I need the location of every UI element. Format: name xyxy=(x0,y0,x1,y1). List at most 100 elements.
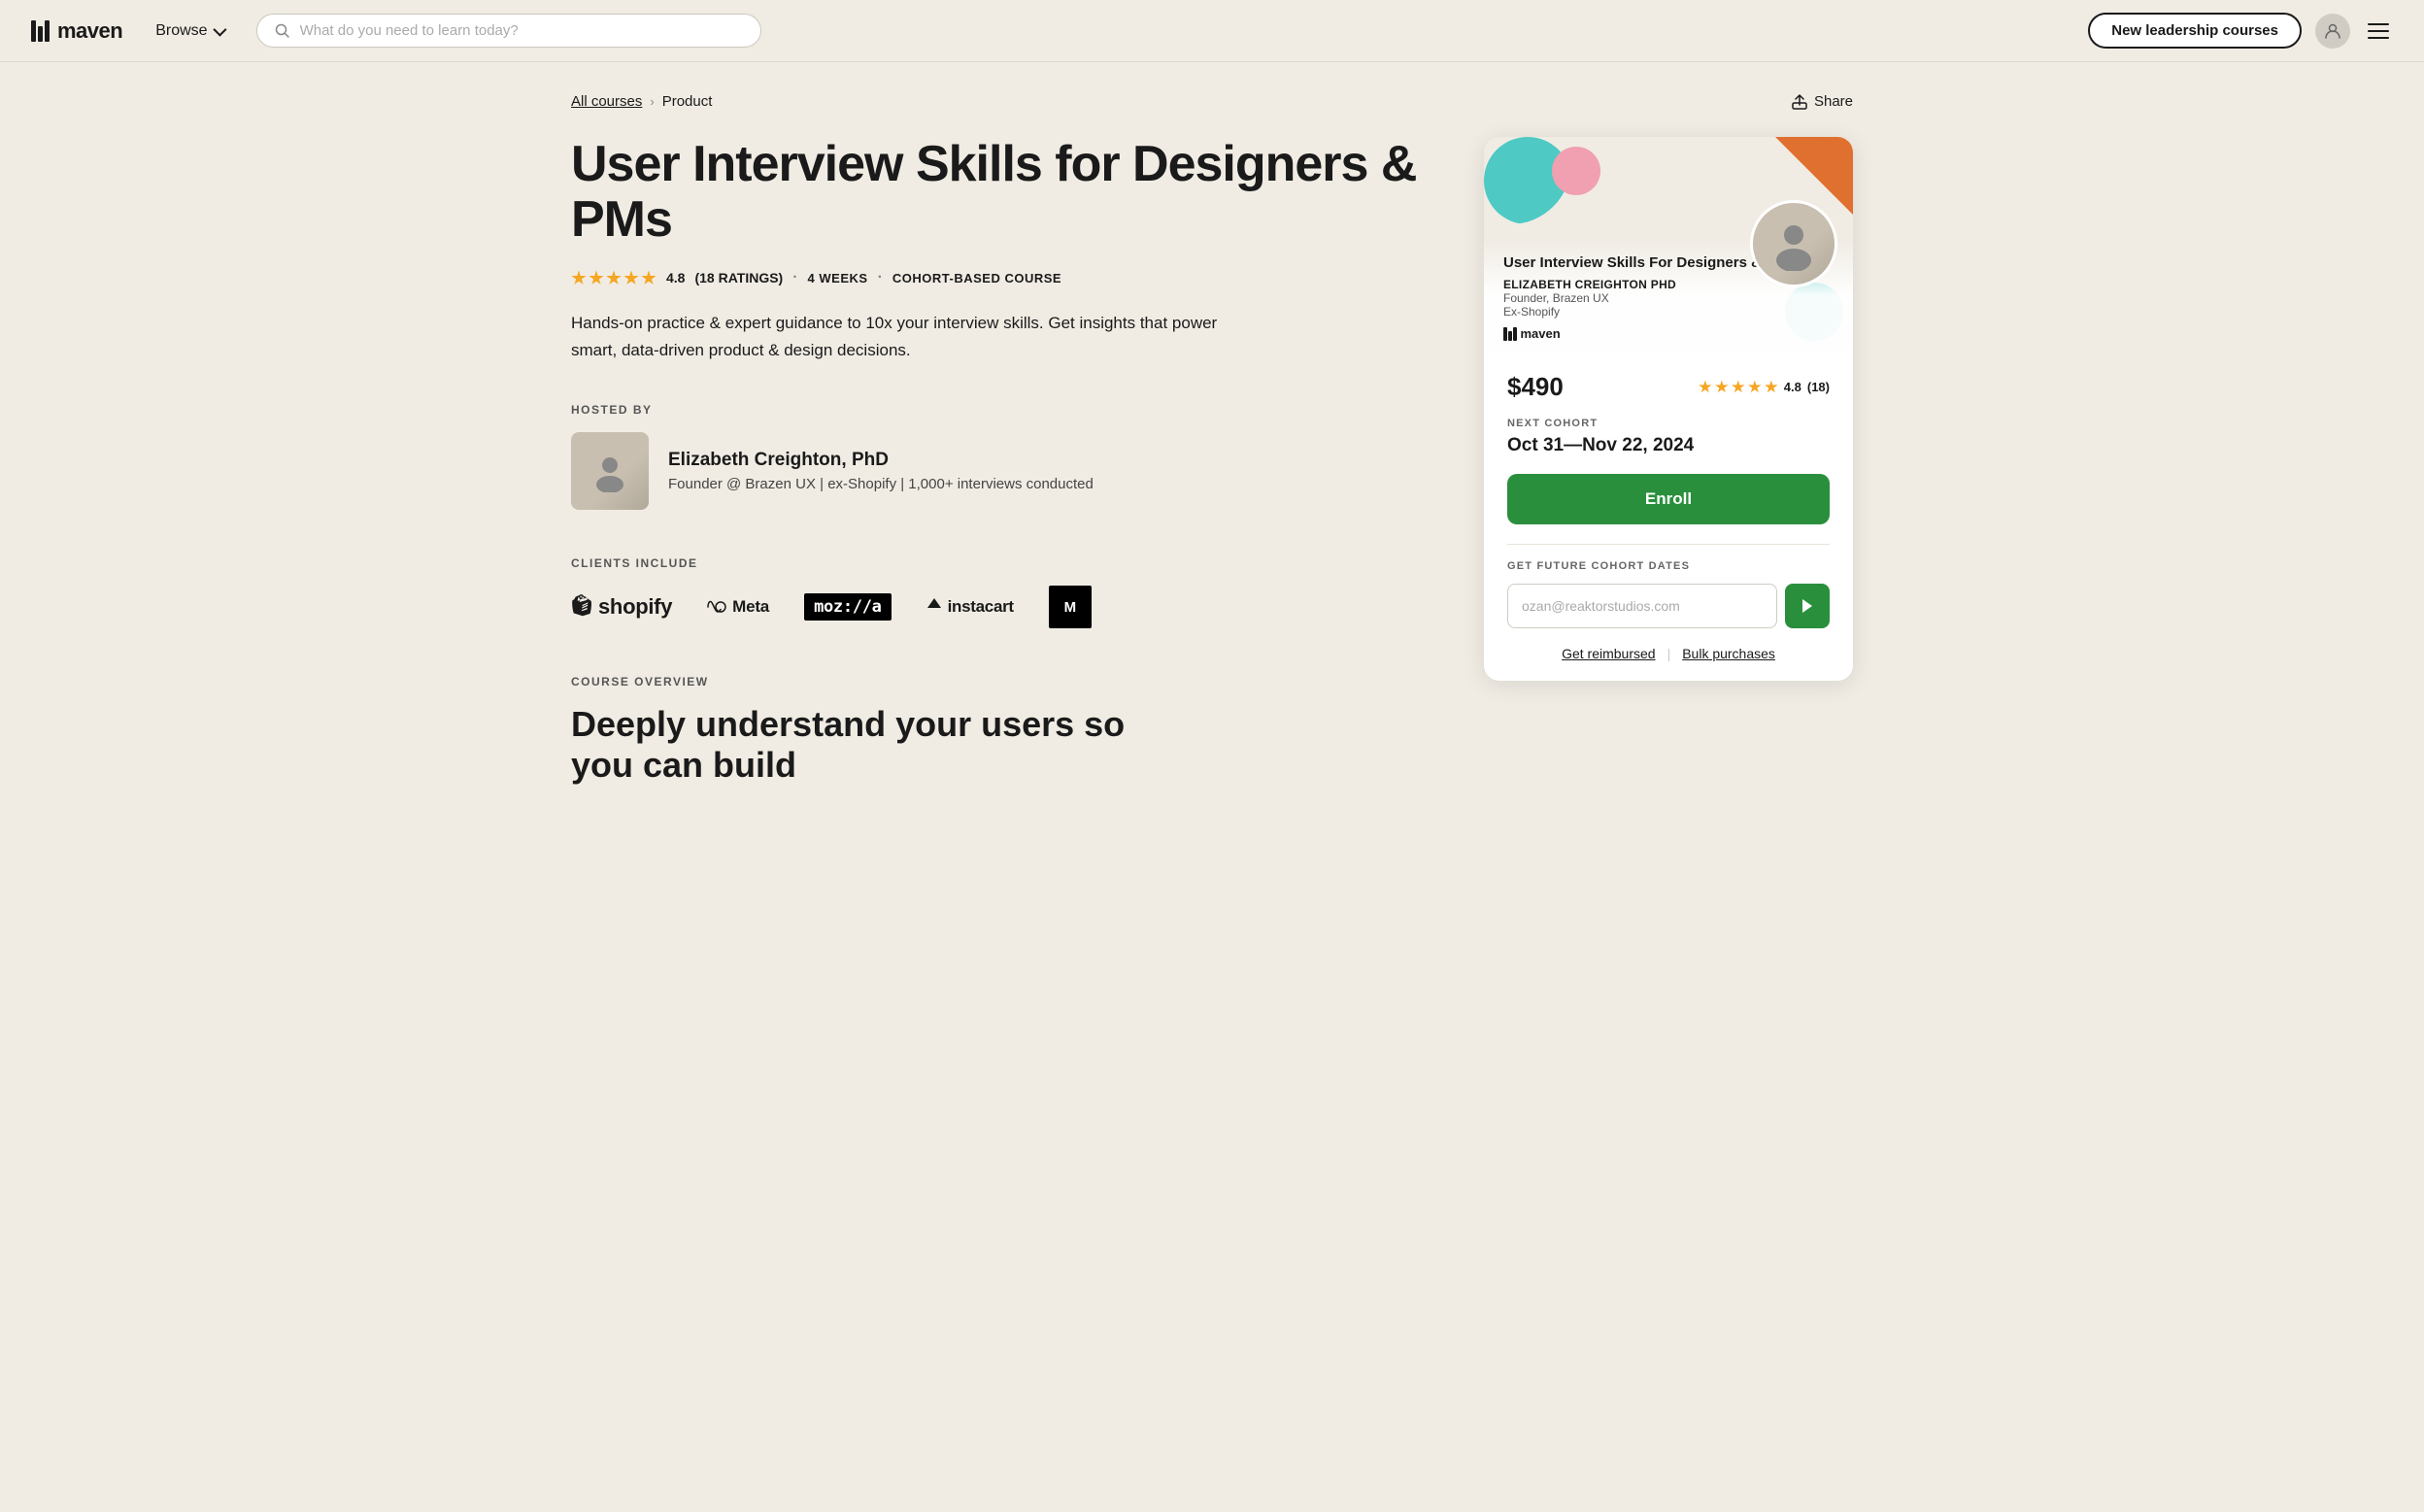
email-row xyxy=(1507,584,1830,628)
overview-teaser: Deeply understand your users so you can … xyxy=(571,704,1154,785)
card-footer-links: Get reimbursed | Bulk purchases xyxy=(1507,646,1830,661)
card-star-2 xyxy=(1715,381,1729,394)
divider xyxy=(1507,544,1830,545)
main-content: All courses › Product Share User Intervi… xyxy=(532,62,1892,862)
card-instructor-company: Ex-Shopify xyxy=(1503,305,1834,319)
star-1 xyxy=(571,270,587,286)
breadcrumb-current: Product xyxy=(662,93,713,110)
card-image-bg: User Interview Skills For Designers & PM… xyxy=(1484,137,1853,351)
breadcrumb-all-courses[interactable]: All courses xyxy=(571,93,642,110)
course-card: User Interview Skills For Designers & PM… xyxy=(1484,137,1853,681)
arrow-right-icon xyxy=(1802,599,1812,613)
rating-value: 4.8 xyxy=(666,270,685,286)
logo-text: maven xyxy=(57,18,122,44)
left-column: User Interview Skills for Designers & PM… xyxy=(571,137,1426,785)
logo-icon xyxy=(31,20,50,42)
meta-text: Meta xyxy=(732,597,769,617)
dot-separator-2: · xyxy=(878,269,883,286)
shopify-text: shopify xyxy=(598,594,672,620)
card-rating-value: 4.8 xyxy=(1784,380,1801,394)
course-description: Hands-on practice & expert guidance to 1… xyxy=(571,310,1231,364)
breadcrumb: All courses › Product Share xyxy=(571,93,1853,110)
right-column: User Interview Skills For Designers & PM… xyxy=(1484,137,1853,681)
browse-label: Browse xyxy=(155,22,207,40)
next-cohort-label: NEXT COHORT xyxy=(1507,418,1830,429)
browse-button[interactable]: Browse xyxy=(146,17,232,46)
email-submit-button[interactable] xyxy=(1785,584,1830,628)
card-star-5 xyxy=(1765,381,1778,394)
logo[interactable]: maven xyxy=(31,18,122,44)
chevron-down-icon xyxy=(213,22,226,36)
mtv-text: M xyxy=(1049,586,1092,628)
shopify-icon xyxy=(571,594,592,620)
avatar-icon xyxy=(2324,22,2341,40)
mozilla-logo: moz://a xyxy=(804,593,892,621)
clients-label: CLIENTS INCLUDE xyxy=(571,556,1426,570)
share-button[interactable]: Share xyxy=(1792,93,1853,110)
new-leadership-button[interactable]: New leadership courses xyxy=(2088,13,2302,49)
host-name: Elizabeth Creighton, PhD xyxy=(668,450,1094,471)
mtv-logo: M xyxy=(1049,586,1092,628)
hosted-by-section: HOSTED BY Elizabeth Creighton, PhD Found… xyxy=(571,403,1426,510)
ratings-count: (18 RATINGS) xyxy=(694,270,783,286)
course-meta: 4.8 (18 RATINGS) · 4 WEEKS · COHORT-BASE… xyxy=(571,269,1426,286)
avatar-button[interactable] xyxy=(2315,14,2350,49)
card-maven-logo: maven xyxy=(1503,326,1834,341)
card-star-3 xyxy=(1732,381,1745,394)
meta-icon xyxy=(707,600,726,614)
shopify-logo: shopify xyxy=(571,594,672,620)
future-cohort-label: GET FUTURE COHORT DATES xyxy=(1507,560,1830,572)
enroll-button[interactable]: Enroll xyxy=(1507,474,1830,524)
course-overview-label: COURSE OVERVIEW xyxy=(571,675,1426,689)
footer-separator: | xyxy=(1667,646,1671,661)
card-star-4 xyxy=(1748,381,1762,394)
course-price: $490 xyxy=(1507,372,1564,402)
rating-stars xyxy=(571,270,656,286)
meta-logo: Meta xyxy=(707,597,769,617)
card-instructor-role: Founder, Brazen UX xyxy=(1503,291,1834,305)
course-title: User Interview Skills for Designers & PM… xyxy=(571,137,1426,248)
card-maven-icon xyxy=(1503,327,1517,341)
host-avatar xyxy=(571,432,649,510)
search-input[interactable] xyxy=(300,22,743,39)
search-icon xyxy=(275,23,290,39)
instacart-logo: instacart xyxy=(926,597,1014,617)
instacart-text: instacart xyxy=(948,597,1014,617)
content-layout: User Interview Skills for Designers & PM… xyxy=(571,137,1853,785)
star-4 xyxy=(623,270,639,286)
hamburger-line xyxy=(2368,37,2389,39)
hamburger-line xyxy=(2368,23,2389,25)
star-5 xyxy=(641,270,656,286)
clients-section: CLIENTS INCLUDE shopify xyxy=(571,556,1426,628)
breadcrumb-separator: › xyxy=(650,94,654,109)
course-overview-section: COURSE OVERVIEW Deeply understand your u… xyxy=(571,675,1426,785)
card-body: $490 4.8 (18) NEXT COHORT Oct 31—Nov 22 xyxy=(1484,351,1853,681)
dot-separator-1: · xyxy=(792,269,797,286)
get-reimbursed-link[interactable]: Get reimbursed xyxy=(1562,646,1655,661)
card-image: User Interview Skills For Designers & PM… xyxy=(1484,137,1853,351)
search-bar xyxy=(256,14,761,48)
email-input[interactable] xyxy=(1507,584,1777,628)
header-right: New leadership courses xyxy=(2088,13,2393,49)
site-header: maven Browse New leadership courses xyxy=(0,0,2424,62)
bulk-purchases-link[interactable]: Bulk purchases xyxy=(1682,646,1775,661)
share-icon xyxy=(1792,94,1807,110)
cohort-dates: Oct 31—Nov 22, 2024 xyxy=(1507,435,1830,456)
star-2 xyxy=(589,270,604,286)
hamburger-line xyxy=(2368,30,2389,32)
hosted-by-label: HOSTED BY xyxy=(571,403,1426,417)
card-maven-text: maven xyxy=(1521,326,1561,341)
clients-logos: shopify Meta moz://a xyxy=(571,586,1426,628)
course-duration: 4 WEEKS xyxy=(808,271,868,286)
host-card: Elizabeth Creighton, PhD Founder @ Braze… xyxy=(571,432,1426,510)
instructor-photo-placeholder xyxy=(1753,203,1835,285)
share-label: Share xyxy=(1814,93,1853,110)
instructor-photo xyxy=(1750,200,1837,287)
host-info: Elizabeth Creighton, PhD Founder @ Braze… xyxy=(668,450,1094,492)
card-star-1 xyxy=(1699,381,1712,394)
course-type: COHORT-BASED COURSE xyxy=(892,271,1061,286)
instacart-icon xyxy=(926,597,942,617)
shape-pink xyxy=(1552,147,1600,195)
price-row: $490 4.8 (18) xyxy=(1507,372,1830,402)
hamburger-button[interactable] xyxy=(2364,19,2393,43)
